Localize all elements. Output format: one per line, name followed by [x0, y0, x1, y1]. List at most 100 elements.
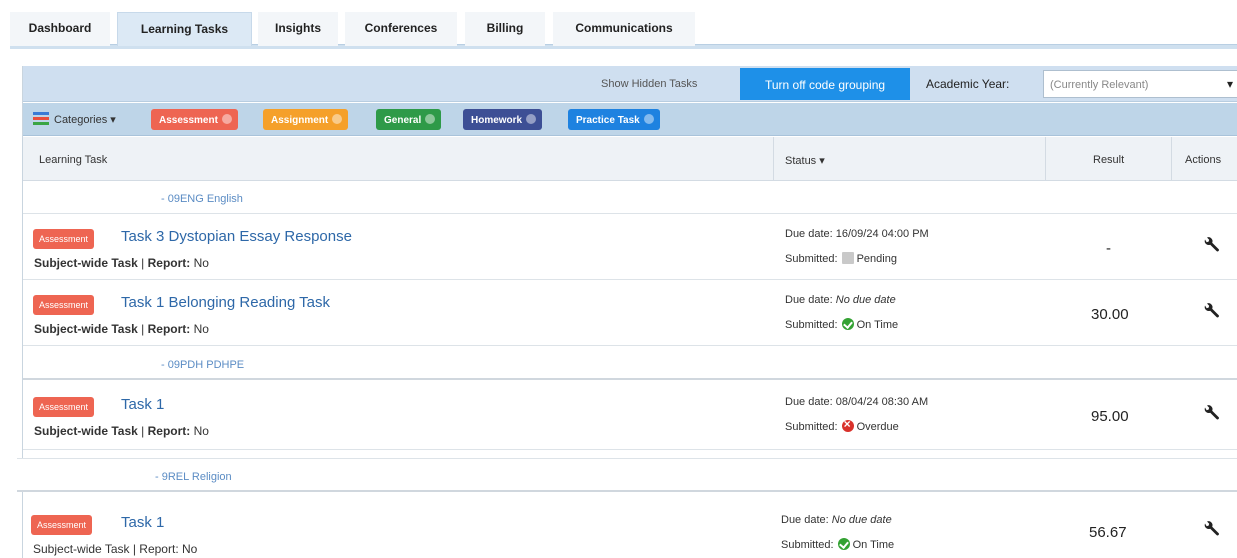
tab-conferences[interactable]: Conferences	[345, 12, 457, 46]
task-title-link[interactable]: Task 1	[121, 514, 164, 531]
tab-billing[interactable]: Billing	[465, 12, 545, 46]
academic-year-label: Academic Year:	[926, 77, 1010, 91]
chip-practice-task-label: Practice Task	[576, 115, 640, 126]
on-time-icon	[837, 538, 850, 550]
task-title-link[interactable]: Task 3 Dystopian Essay Response	[121, 228, 352, 245]
chip-assignment[interactable]: Assignment	[263, 109, 349, 130]
submitted-label: Submitted:	[785, 319, 838, 331]
pending-icon	[841, 252, 854, 264]
code-grouping-button[interactable]: Turn off code grouping	[740, 68, 910, 100]
category-badge: Assessment	[33, 397, 95, 417]
task-title-link[interactable]: Task 1	[121, 396, 164, 413]
wrench-icon[interactable]	[1201, 520, 1221, 540]
due-value: 08/04/24 08:30 AM	[835, 396, 929, 408]
chip-assessment[interactable]: Assessment	[151, 109, 238, 130]
chip-assessment-label: Assessment	[159, 115, 218, 126]
chip-practice-task[interactable]: Practice Task	[568, 109, 660, 130]
column-divider	[1045, 137, 1046, 181]
task-meta: Subject-wide Task | Report: No	[34, 322, 209, 336]
task-scope: Subject-wide Task	[34, 424, 138, 438]
column-header-actions: Actions	[1185, 154, 1222, 166]
task-row: Assessment Task 1 Subject-wide Task | Re…	[23, 502, 1237, 558]
report-label: Report:	[147, 256, 191, 270]
task-meta: Subject-wide Task | Report: No	[34, 424, 209, 438]
due-date: Due date: No due date	[785, 294, 896, 306]
submitted-value: Overdue	[856, 421, 899, 433]
report-value: No	[190, 256, 209, 270]
task-row: Assessment Task 1 Belonging Reading Task…	[23, 282, 1237, 346]
column-header-status[interactable]: Status ▾	[785, 154, 825, 167]
meta-separator: |	[137, 424, 148, 438]
remove-chip-icon[interactable]	[221, 114, 232, 124]
group-row-english[interactable]: - 09ENG English	[23, 182, 1237, 214]
submitted-value: Pending	[856, 253, 897, 265]
group-row-pdhpe[interactable]: - 09PDH PDHPE	[23, 348, 1237, 380]
remove-chip-icon[interactable]	[643, 114, 654, 124]
group-row-religion[interactable]: - 9REL Religion	[17, 458, 1237, 492]
submitted-label: Submitted:	[785, 421, 838, 433]
column-header-learning-task[interactable]: Learning Task	[39, 154, 107, 166]
submitted-value: On Time	[856, 319, 899, 331]
submitted-label: Submitted:	[785, 253, 838, 265]
tab-dashboard[interactable]: Dashboard	[10, 12, 110, 46]
categories-dropdown[interactable]: Categories ▾	[54, 113, 116, 126]
academic-year-select[interactable]: (Currently Relevant) ▾	[1043, 70, 1237, 98]
task-title-link[interactable]: Task 1 Belonging Reading Task	[121, 294, 330, 311]
chip-general[interactable]: General	[376, 109, 442, 130]
table-header: Learning Task Status ▾ Result Actions	[23, 137, 1237, 181]
remove-chip-icon[interactable]	[332, 114, 343, 124]
submission-status: Submitted: Pending	[785, 252, 897, 265]
tab-communications[interactable]: Communications	[553, 12, 695, 46]
task-scope: Subject-wide Task	[34, 322, 138, 336]
submitted-value: On Time	[852, 539, 895, 551]
wrench-icon[interactable]	[1201, 404, 1221, 424]
chip-homework[interactable]: Homework	[463, 109, 543, 130]
due-value: No due date	[831, 514, 892, 526]
task-row: Assessment Task 1 Subject-wide Task | Re…	[23, 384, 1237, 450]
result-value: -	[1106, 240, 1111, 257]
task-scope: Subject-wide Task	[33, 542, 130, 556]
show-hidden-tasks-link[interactable]: Show Hidden Tasks	[601, 78, 697, 90]
submission-status: Submitted: Overdue	[785, 417, 899, 433]
main-tabs: Dashboard Learning Tasks Insights Confer…	[0, 0, 1237, 50]
task-meta: Subject-wide Task | Report: No	[33, 542, 197, 556]
category-badge: Assessment	[33, 295, 95, 315]
report-value: No	[190, 322, 209, 336]
remove-chip-icon[interactable]	[526, 114, 537, 124]
due-label: Due date:	[785, 396, 836, 408]
task-meta: Subject-wide Task | Report: No	[34, 256, 209, 270]
due-label: Due date:	[785, 294, 836, 306]
result-value: 95.00	[1091, 408, 1129, 425]
meta-separator: |	[137, 322, 148, 336]
chip-general-label: General	[384, 115, 422, 126]
due-value: 16/09/24 04:00 PM	[835, 228, 929, 240]
academic-year-value: (Currently Relevant)	[1050, 79, 1149, 91]
group-label: - 9REL Religion	[155, 471, 232, 483]
meta-separator: |	[137, 256, 148, 270]
due-label: Due date:	[781, 514, 832, 526]
due-date: Due date: No due date	[781, 514, 892, 526]
tab-insights[interactable]: Insights	[258, 12, 338, 46]
remove-chip-icon[interactable]	[425, 114, 436, 124]
due-label: Due date:	[785, 228, 836, 240]
report-value: No	[178, 542, 198, 556]
category-badge: Assessment	[33, 229, 95, 249]
wrench-icon[interactable]	[1201, 302, 1221, 322]
task-row: Assessment Task 3 Dystopian Essay Respon…	[23, 216, 1237, 280]
result-value: 30.00	[1091, 306, 1129, 323]
tab-learning-tasks[interactable]: Learning Tasks	[117, 12, 252, 46]
report-label: Report:	[147, 322, 191, 336]
wrench-icon[interactable]	[1201, 236, 1221, 256]
due-date: Due date: 08/04/24 08:30 AM	[785, 396, 928, 408]
due-value: No due date	[835, 294, 896, 306]
chip-homework-label: Homework	[471, 115, 523, 126]
category-filter-bar: Categories ▾ Assessment Assignment Gener…	[23, 103, 1237, 136]
categories-icon	[33, 112, 49, 125]
due-date: Due date: 16/09/24 04:00 PM	[785, 228, 929, 240]
column-divider	[1171, 137, 1172, 181]
submitted-label: Submitted:	[781, 539, 834, 551]
column-header-result[interactable]: Result	[1093, 154, 1124, 166]
report-label: Report:	[147, 424, 191, 438]
group-label: - 09ENG English	[161, 193, 243, 205]
on-time-icon	[841, 318, 854, 330]
